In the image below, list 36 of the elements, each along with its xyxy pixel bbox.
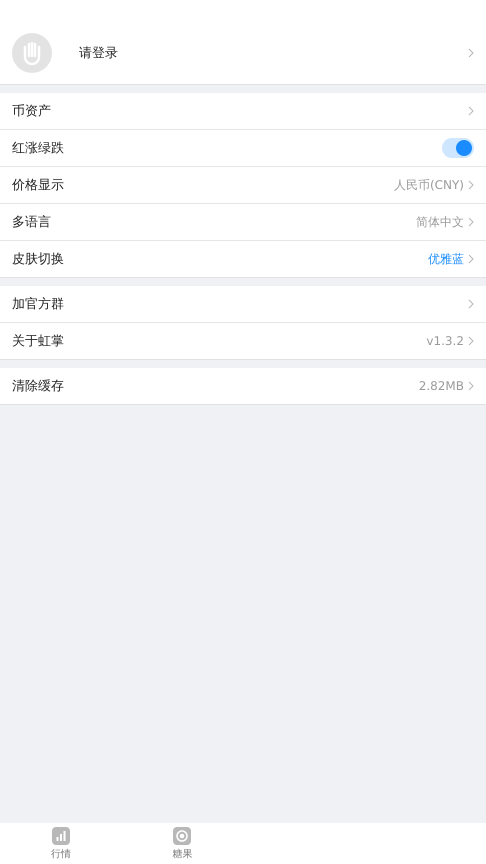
row-label: 多语言: [12, 214, 52, 231]
chevron-icon: [468, 106, 474, 116]
toggle-switch[interactable]: [442, 138, 474, 158]
row-label: 关于虹掌: [12, 333, 65, 350]
chevron-icon: [468, 217, 474, 227]
login-label: 请登录: [79, 45, 119, 62]
settings-row[interactable]: 皮肤切换 优雅蓝: [0, 241, 486, 277]
row-value: 人民币(CNY): [394, 176, 464, 194]
hand-avatar-icon: [12, 33, 52, 73]
settings-row[interactable]: 币资产: [0, 93, 486, 130]
row-label: 加官方群: [12, 296, 65, 313]
chevron-icon: [468, 381, 474, 391]
settings-row[interactable]: 加官方群: [0, 286, 486, 323]
row-value: 简体中文: [416, 214, 464, 230]
row-label: 清除缓存: [12, 378, 65, 395]
row-value: v1.3.2: [426, 334, 464, 348]
settings-row[interactable]: 价格显示 人民币(CNY): [0, 167, 486, 204]
row-label: 价格显示: [12, 177, 65, 194]
row-value: 2.82MB: [418, 379, 464, 393]
settings-row[interactable]: 多语言 简体中文: [0, 204, 486, 241]
chevron-icon: [468, 299, 474, 309]
row-value: 优雅蓝: [428, 250, 464, 268]
settings-row[interactable]: 关于虹掌 v1.3.2: [0, 323, 486, 359]
chevron-icon: [468, 336, 474, 346]
tab-bar-item[interactable]: 糖果: [122, 823, 243, 864]
settings-row[interactable]: 清除缓存 2.82MB: [0, 368, 486, 404]
target-icon: [173, 826, 192, 844]
chevron-icon: [468, 180, 474, 190]
tab-bar-item[interactable]: 行情: [0, 823, 122, 864]
chevron-icon: [468, 48, 474, 58]
settings-row[interactable]: 红涨绿跌: [0, 130, 486, 167]
row-label: 皮肤切换: [12, 251, 65, 268]
chevron-icon: [468, 254, 474, 264]
row-label: 红涨绿跌: [12, 140, 65, 157]
bar-chart-icon: [52, 826, 70, 844]
row-label: 币资产: [12, 103, 52, 120]
